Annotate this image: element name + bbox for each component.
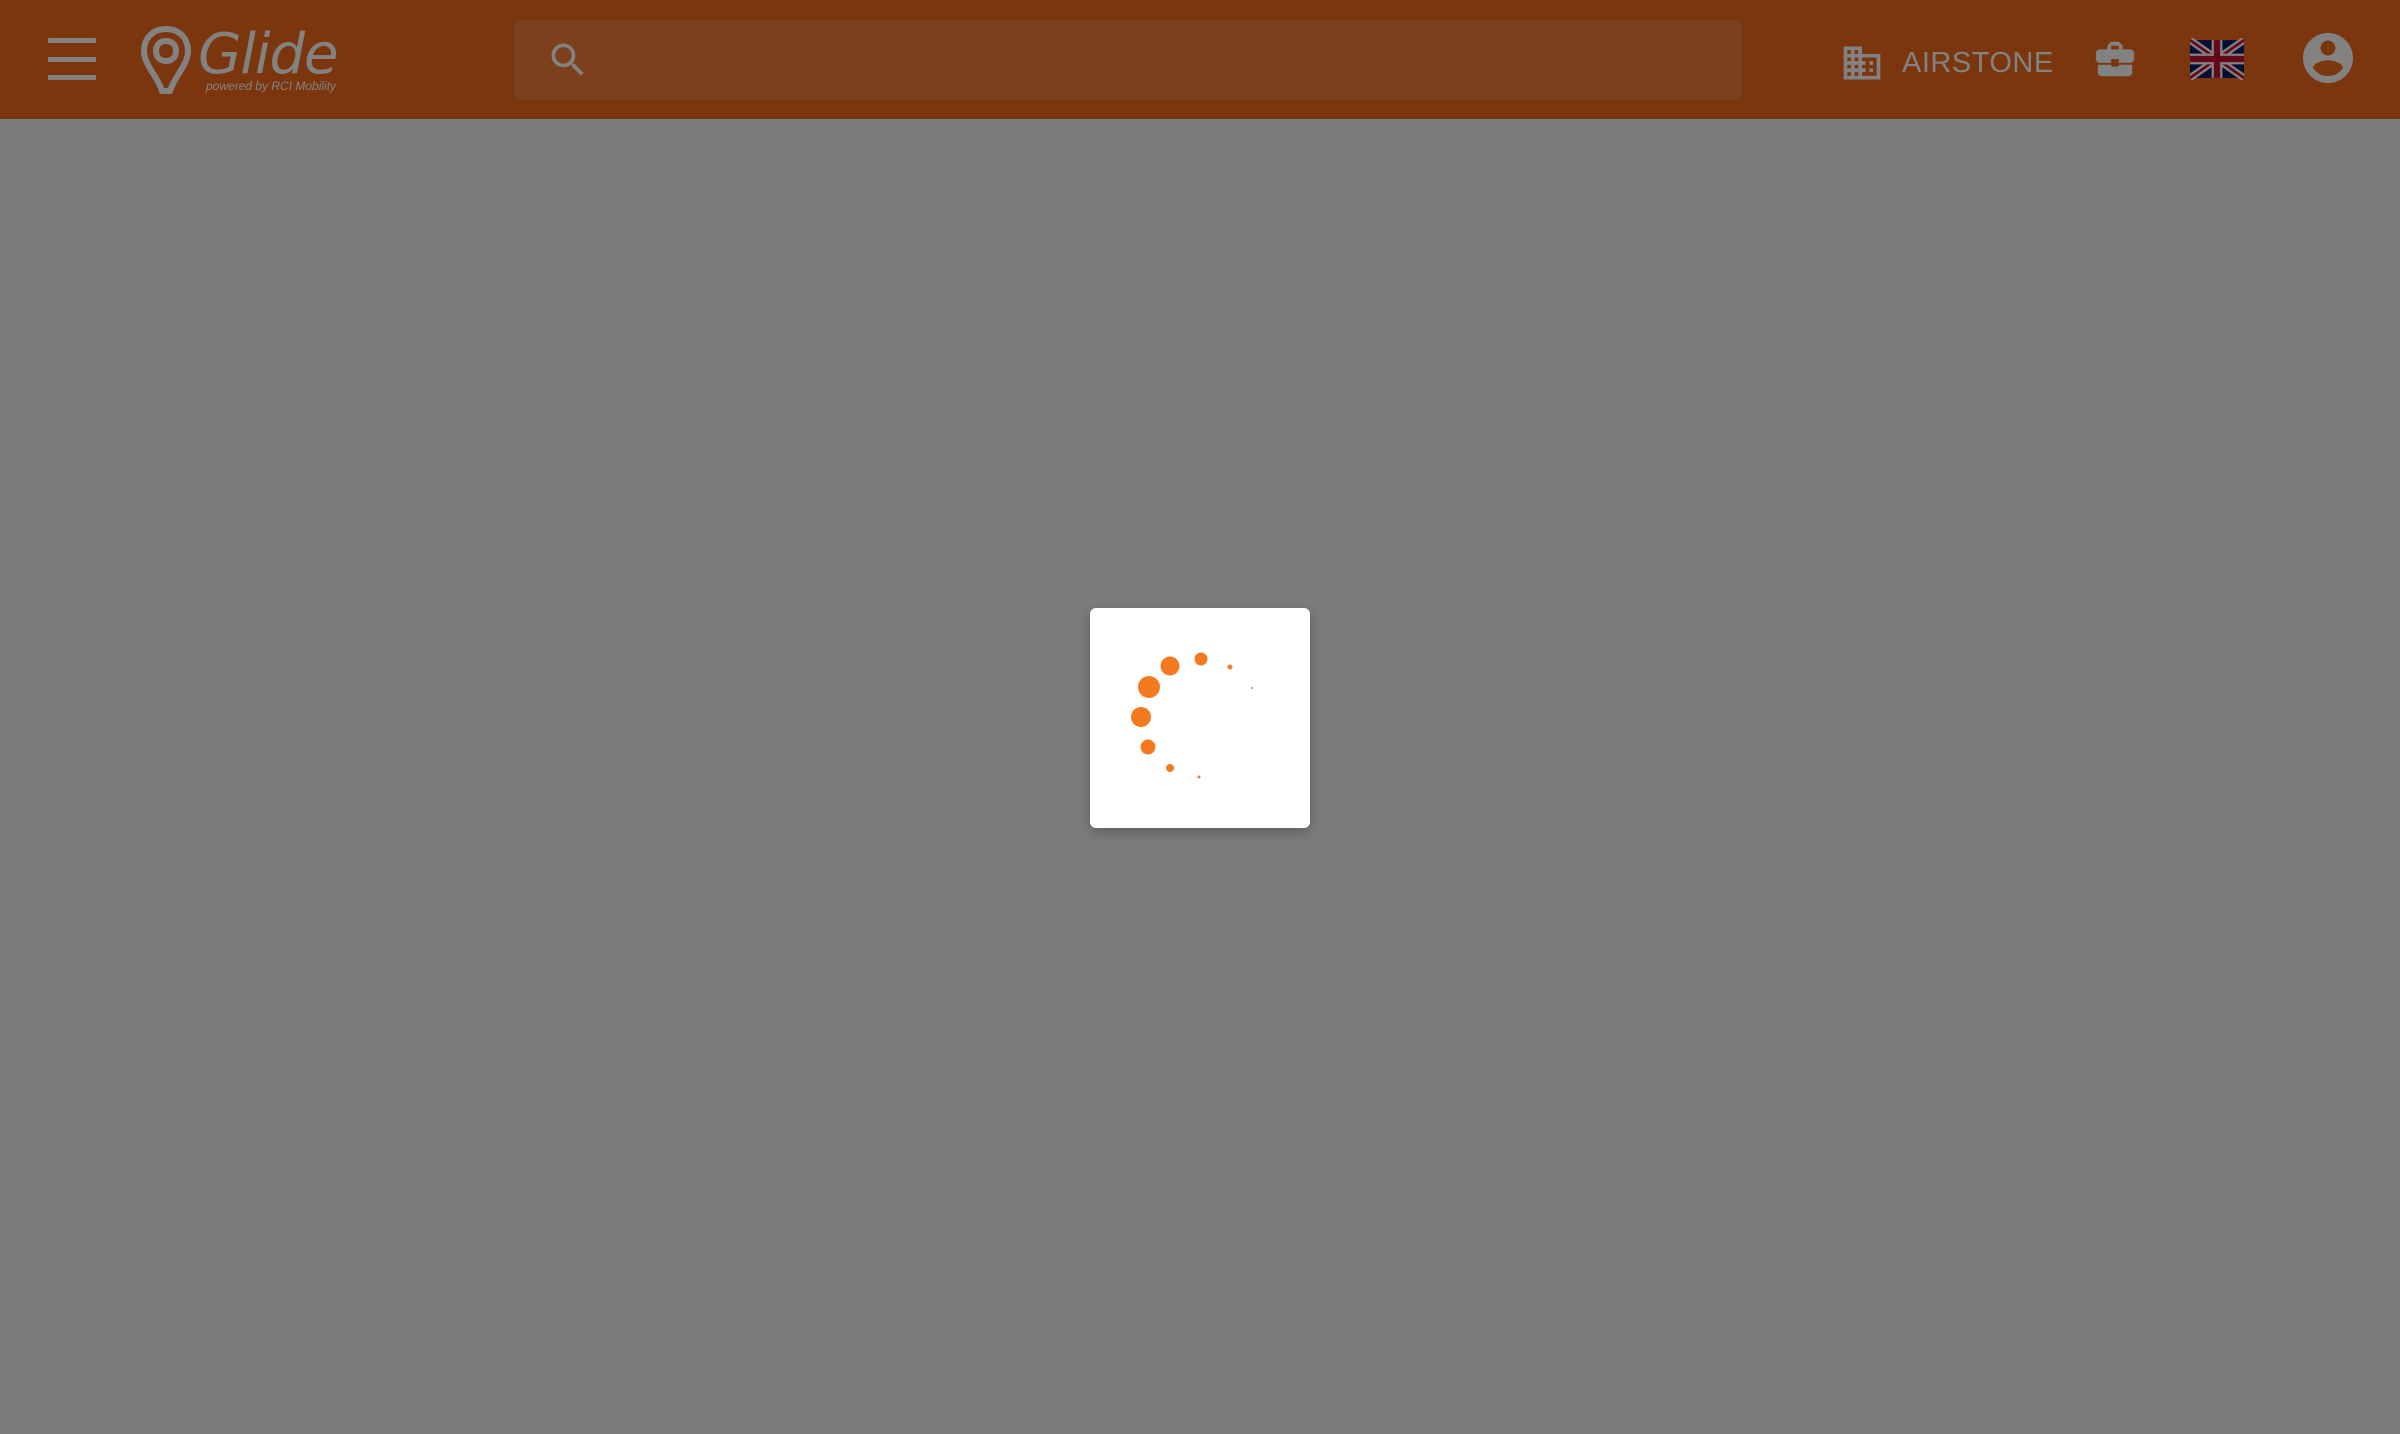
app-root: Glide powered by RCI Mobility AIRSTONE [0,0,2400,1434]
loading-spinner-icon [1131,652,1253,779]
loading-dialog [1090,608,1310,828]
